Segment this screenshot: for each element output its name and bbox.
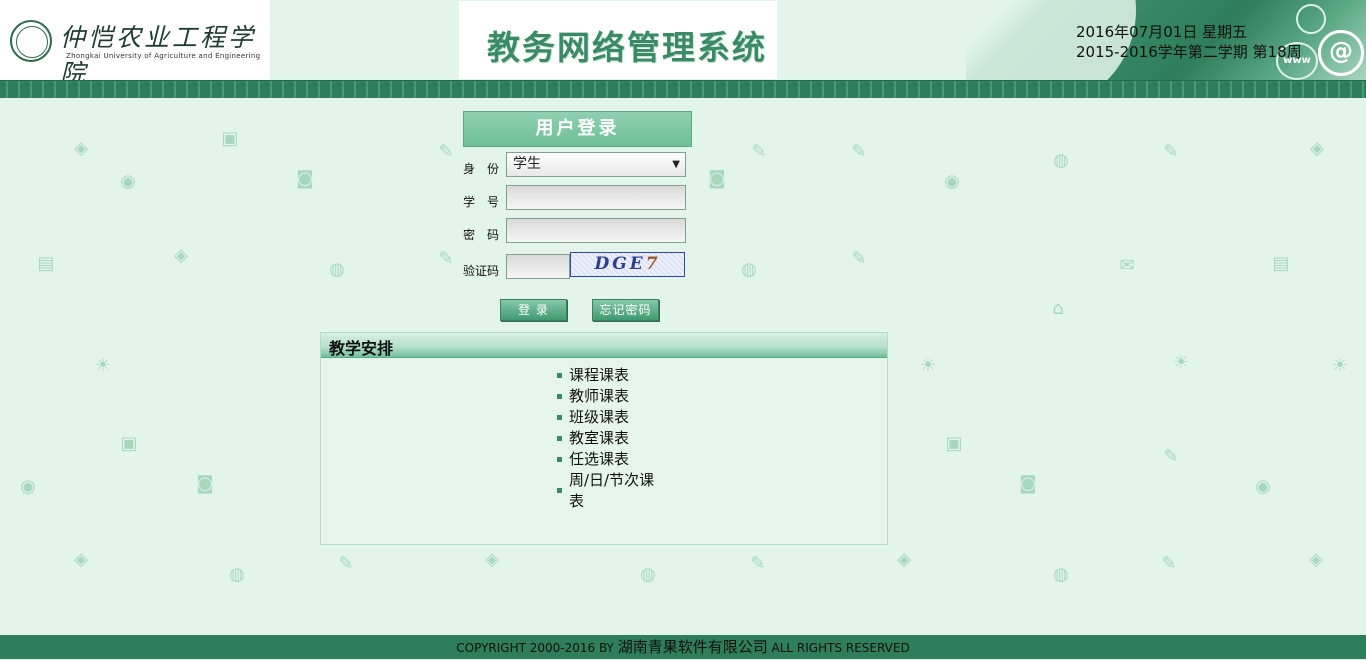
pattern-eye-icon: ◉ [120, 171, 136, 192]
pattern-diamond-icon: ◈ [174, 245, 188, 266]
pattern-camera-icon: ◙ [1019, 473, 1037, 494]
copyright-suffix: ALL RIGHTS RESERVED [767, 641, 910, 655]
pattern-chip-icon: ▣ [945, 433, 963, 454]
company-name: 湖南青果软件有限公司 [617, 638, 768, 656]
role-label: 身 份 [463, 162, 500, 176]
school-logo[interactable]: 仲恺农业工程学院 Zhongkai University of Agricult… [0, 0, 270, 88]
pattern-sun-icon: ☀ [1331, 355, 1349, 376]
pattern-pen-icon: ✎ [1163, 141, 1179, 162]
link-label: 班级课表 [569, 408, 630, 426]
school-name-en: Zhongkai University of Agriculture and E… [66, 52, 261, 60]
pattern-pen-icon: ✎ [750, 553, 766, 574]
pattern-clock-icon: ◍ [229, 564, 245, 585]
login-title: 用户登录 [463, 111, 692, 147]
pattern-pen-icon: ✎ [1161, 553, 1177, 574]
pattern-camera-icon: ◙ [196, 473, 214, 494]
captcha-label: 验证码 [463, 264, 500, 278]
captcha-text-last: 7 [645, 254, 661, 274]
pattern-sun-icon: ☀ [919, 355, 937, 376]
link-label: 教室课表 [569, 429, 630, 447]
course-timetable-link[interactable]: 课程课表 [557, 365, 657, 386]
pattern-pen-icon: ✎ [438, 248, 454, 269]
period-timetable-link[interactable]: 周/日/节次课表 [557, 470, 657, 512]
pattern-camera-icon: ◙ [296, 168, 314, 189]
pattern-pen-icon: ✎ [338, 553, 354, 574]
elective-timetable-link[interactable]: 任选课表 [557, 449, 657, 470]
page-footer: COPYRIGHT 2000-2016 BY 湖南青果软件有限公司 ALL RI… [0, 635, 1366, 659]
pattern-chip-icon: ▤ [37, 253, 55, 274]
pattern-diamond-icon: ◈ [897, 549, 911, 570]
pattern-eye-icon: ◉ [944, 171, 960, 192]
pattern-house-icon: ⌂ [1052, 298, 1064, 319]
teaching-arrangement-title: 教学安排 [329, 339, 394, 358]
class-timetable-link[interactable]: 班级课表 [557, 407, 657, 428]
pattern-pen-icon: ✎ [751, 141, 767, 162]
at-sign-icon: @ [1318, 30, 1364, 76]
link-label: 教师课表 [569, 387, 630, 405]
link-label: 周/日/节次课表 [569, 471, 655, 510]
dropdown-arrow-icon: ▼ [672, 159, 680, 170]
student-id-input[interactable] [506, 185, 686, 210]
page-header: 仲恺农业工程学院 Zhongkai University of Agricult… [0, 0, 1366, 88]
school-seal-icon [10, 20, 52, 62]
system-title: 教务网络管理系统 [487, 28, 767, 67]
pattern-clock-icon: ◍ [1053, 150, 1069, 171]
forgot-password-button[interactable]: 忘记密码 [592, 299, 659, 321]
pattern-clock-icon: ◍ [329, 259, 345, 280]
pattern-chip-icon: ▤ [1272, 253, 1290, 274]
pattern-clock-icon: ◍ [741, 259, 757, 280]
pattern-eye-icon: ◉ [1255, 476, 1271, 497]
teaching-arrangement-panel: 教学安排 课程课表 教师课表 班级课表 教室课表 任选课表 周/日/节次课表 [320, 332, 888, 545]
pattern-sun-icon: ☀ [94, 355, 112, 376]
captcha-image[interactable]: DGE7 [570, 252, 685, 277]
pattern-pen-icon: ✎ [851, 141, 867, 162]
pattern-pen-icon: ✎ [1163, 446, 1179, 467]
pattern-pen-icon: ✎ [851, 248, 867, 269]
teacher-timetable-link[interactable]: 教师课表 [557, 386, 657, 407]
pattern-pen-icon: ✎ [438, 141, 454, 162]
link-label: 课程课表 [569, 366, 630, 384]
current-date: 2016年07月01日 星期五 [1076, 23, 1248, 41]
pattern-eye-icon: ◉ [20, 476, 36, 497]
copyright-prefix: COPYRIGHT 2000-2016 BY [456, 641, 618, 655]
pattern-diamond-icon: ◈ [1310, 138, 1324, 159]
captcha-input[interactable] [506, 254, 570, 279]
system-title-box: 教务网络管理系统 [459, 1, 777, 79]
banner-circle-icon [1296, 4, 1326, 34]
pattern-diamond-icon: ◈ [74, 549, 88, 570]
current-term: 2015-2016学年第二学期 第18周 [1076, 43, 1302, 61]
pattern-envelope-icon: ✉ [1119, 255, 1135, 276]
password-input[interactable] [506, 218, 686, 243]
role-select-value: 学生 [513, 156, 541, 172]
pattern-diamond-icon: ◈ [74, 138, 88, 159]
header-stripe [0, 80, 1366, 98]
login-button[interactable]: 登 录 [500, 299, 567, 321]
link-label: 任选课表 [569, 450, 630, 468]
copyright-text: COPYRIGHT 2000-2016 BY 湖南青果软件有限公司 ALL RI… [456, 638, 910, 656]
timetable-link-list: 课程课表 教师课表 班级课表 教室课表 任选课表 周/日/节次课表 [557, 365, 657, 512]
role-select[interactable]: 学生 ▼ [506, 152, 686, 177]
student-id-label: 学 号 [463, 195, 500, 209]
pattern-clock-icon: ◍ [1053, 564, 1069, 585]
teaching-arrangement-header: 教学安排 [321, 333, 887, 358]
pattern-sun-icon: ☀ [1172, 352, 1190, 373]
password-label: 密 码 [463, 228, 500, 242]
classroom-timetable-link[interactable]: 教室课表 [557, 428, 657, 449]
pattern-diamond-icon: ◈ [1309, 549, 1323, 570]
pattern-camera-icon: ◙ [708, 168, 726, 189]
pattern-diamond-icon: ◈ [485, 549, 499, 570]
pattern-chip-icon: ▣ [120, 433, 138, 454]
pattern-chip-icon: ▣ [221, 128, 239, 149]
captcha-text: DGE [594, 254, 646, 274]
pattern-clock-icon: ◍ [640, 564, 656, 585]
